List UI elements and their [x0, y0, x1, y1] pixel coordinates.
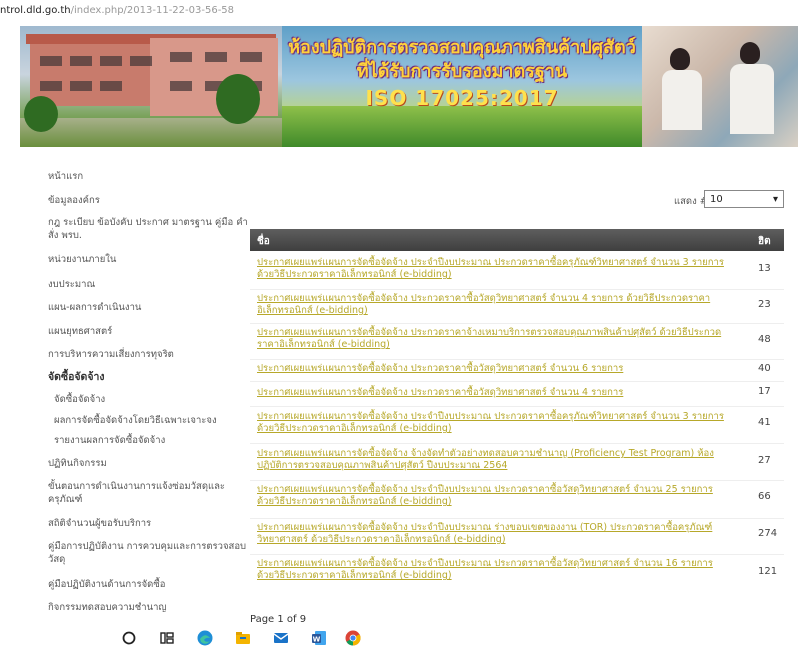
document-link[interactable]: ประกาศเผยแพร่แผนการจัดซื้อจัดจ้าง ประกวด… [257, 387, 727, 399]
sidebar-subitem-procurement[interactable]: จัดซื้อจัดจ้าง [54, 393, 254, 406]
sidebar-item-purchasing-manual[interactable]: คู่มือปฏิบัติงานด้านการจัดซื้อ [48, 578, 248, 591]
show-entries-label: แสดง # [674, 196, 708, 207]
header-banner: ห้องปฏิบัติการตรวจสอบคุณภาพสินค้าปศุสัตว… [20, 26, 798, 147]
task-view-icon[interactable] [158, 629, 176, 647]
sidebar-item-budget[interactable]: งบประมาณ [48, 278, 248, 291]
table-row: ประกาศเผยแพร่แผนการจัดซื้อจัดจ้าง ประจำป… [250, 520, 784, 555]
address-bar[interactable]: ntrol.dld.go.th/index.php/2013-11-22-03-… [0, 0, 798, 22]
table-row: ประกาศเผยแพร่แผนการจัดซื้อจัดจ้าง ประจำป… [250, 255, 784, 290]
url-path: /index.php/2013-11-22-03-56-58 [70, 5, 235, 16]
hit-count: 41 [758, 417, 771, 428]
table-row: ประกาศเผยแพร่แผนการจัดซื้อจัดจ้าง ประจำป… [250, 556, 784, 590]
hit-count: 40 [758, 363, 771, 374]
sidebar-subitem-procurement-report[interactable]: รายงานผลการจัดซื้อจัดจ้าง [54, 434, 254, 447]
column-header-title[interactable]: ชื่อ [257, 234, 270, 249]
hit-count: 121 [758, 566, 778, 577]
table-row: ประกาศเผยแพร่แผนการจัดซื้อจัดจ้าง ประกวด… [250, 325, 784, 360]
document-link[interactable]: ประกาศเผยแพร่แผนการจัดซื้อจัดจ้าง ประจำป… [257, 411, 727, 435]
show-entries-value: 10 [710, 194, 723, 205]
column-header-hits[interactable]: ฮิต [758, 234, 771, 249]
lab-photo [642, 26, 798, 147]
building-photo [20, 26, 282, 147]
file-explorer-icon[interactable] [234, 629, 252, 647]
sidebar-item-internal-units[interactable]: หน่วยงานภายใน [48, 253, 248, 266]
hit-count: 27 [758, 455, 771, 466]
table-row: ประกาศเผยแพร่แผนการจัดซื้อจัดจ้าง ประจำป… [250, 482, 784, 519]
search-circle-icon[interactable] [120, 629, 138, 647]
table-row: ประกาศเผยแพร่แผนการจัดซื้อจัดจ้าง จ้างจั… [250, 446, 784, 481]
sidebar-item-materials-manual[interactable]: คู่มือการปฏิบัติงาน การควบคุมและการตรวจส… [48, 540, 248, 566]
document-link[interactable]: ประกาศเผยแพร่แผนการจัดซื้อจัดจ้าง จ้างจั… [257, 448, 727, 472]
sidebar-item-proficiency-testing[interactable]: กิจกรรมทดสอบความชำนาญ [48, 601, 248, 614]
taskbar: W [0, 626, 798, 650]
document-link[interactable]: ประกาศเผยแพร่แผนการจัดซื้อจัดจ้าง ประจำป… [257, 484, 727, 508]
word-icon[interactable]: W [310, 629, 328, 647]
mail-icon[interactable] [272, 629, 290, 647]
hit-count: 48 [758, 334, 771, 345]
edge-icon[interactable] [196, 629, 214, 647]
svg-text:W: W [313, 636, 321, 644]
hit-count: 66 [758, 491, 771, 502]
hit-count: 274 [758, 528, 778, 539]
table-row: ประกาศเผยแพร่แผนการจัดซื้อจัดจ้าง ประจำป… [250, 409, 784, 444]
table-row: ประกาศเผยแพร่แผนการจัดซื้อจัดจ้าง ประกวด… [250, 384, 784, 407]
sidebar-item-calendar[interactable]: ปฏิทินกิจกรรม [48, 457, 248, 470]
chrome-icon[interactable] [344, 629, 362, 647]
sidebar-item-procurement[interactable]: จัดซื้อจัดจ้าง [48, 371, 248, 384]
sidebar-item-organization[interactable]: ข้อมูลองค์กร [48, 194, 248, 207]
sidebar-item-repair-procedure[interactable]: ขั้นตอนการดำเนินงานการแจ้งซ่อมวัสดุและคร… [48, 480, 248, 506]
document-link[interactable]: ประกาศเผยแพร่แผนการจัดซื้อจัดจ้าง ประจำป… [257, 558, 727, 582]
document-link[interactable]: ประกาศเผยแพร่แผนการจัดซื้อจัดจ้าง ประกวด… [257, 363, 727, 375]
document-link[interactable]: ประกาศเผยแพร่แผนการจัดซื้อจัดจ้าง ประจำป… [257, 522, 727, 546]
table-header: ชื่อ ฮิต [250, 229, 784, 251]
sidebar-item-service-stats[interactable]: สถิติจำนวนผู้ขอรับบริการ [48, 517, 248, 530]
hit-count: 23 [758, 299, 771, 310]
hit-count: 13 [758, 263, 771, 274]
url-host: ntrol.dld.go.th [0, 5, 71, 16]
pagination-info: Page 1 of 9 [250, 614, 307, 625]
table-row: ประกาศเผยแพร่แผนการจัดซื้อจัดจ้าง ประกวด… [250, 361, 784, 382]
document-link[interactable]: ประกาศเผยแพร่แผนการจัดซื้อจัดจ้าง ประกวด… [257, 293, 727, 317]
sidebar-item-regulations[interactable]: กฎ ระเบียบ ข้อบังคับ ประกาศ มาตรฐาน คู่ม… [48, 216, 248, 242]
iso-certification-label: ISO 17025:2017 [365, 86, 559, 110]
sidebar-item-home[interactable]: หน้าแรก [48, 170, 248, 183]
document-link[interactable]: ประกาศเผยแพร่แผนการจัดซื้อจัดจ้าง ประจำป… [257, 257, 727, 281]
show-entries-select[interactable]: 10 ▾ [704, 190, 784, 208]
grass-field [282, 106, 642, 147]
sidebar-item-corruption-risk[interactable]: การบริหารความเสี่ยงการทุจริต [48, 348, 248, 361]
sidebar-item-plans-results[interactable]: แผน-ผลการดำเนินงาน [48, 301, 248, 314]
banner-title-line2: ที่ได้รับการรับรองมาตรฐาน [356, 61, 568, 82]
sidebar-item-strategy[interactable]: แผนยุทธศาสตร์ [48, 325, 248, 338]
table-row: ประกาศเผยแพร่แผนการจัดซื้อจัดจ้าง ประกวด… [250, 291, 784, 324]
hit-count: 17 [758, 386, 771, 397]
document-link[interactable]: ประกาศเผยแพร่แผนการจัดซื้อจัดจ้าง ประกวด… [257, 327, 727, 351]
chevron-down-icon: ▾ [772, 194, 778, 205]
sidebar-subitem-specific-method[interactable]: ผลการจัดซื้อจัดจ้างโดยวิธีเฉพาะเจาะจง [54, 414, 254, 427]
